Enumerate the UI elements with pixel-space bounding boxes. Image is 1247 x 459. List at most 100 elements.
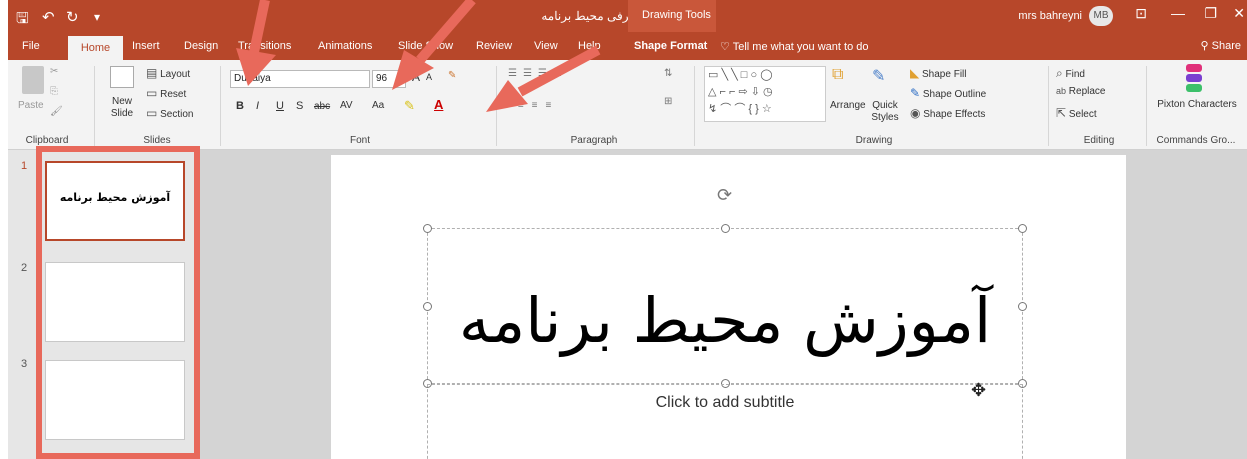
font-size-combo[interactable]: 96 bbox=[372, 70, 406, 88]
slides-group-label: Slides bbox=[143, 135, 171, 146]
select-cursor-icon: ⇱ bbox=[1056, 106, 1067, 120]
tell-me-search[interactable]: ♡ Tell me what you want to do bbox=[720, 40, 868, 53]
subtitle-placeholder[interactable]: Click to add subtitle bbox=[427, 384, 1023, 459]
person-icon: ⚲ bbox=[1200, 40, 1209, 52]
change-case-button[interactable]: Aa bbox=[372, 100, 384, 111]
section-icon: ▭ bbox=[146, 106, 158, 120]
shapes-gallery[interactable]: ▭ ╲ ╲ □ ○ ◯ △ ⌐ ⌐ ⇨ ⇩ ◷ ↯ ⌒ ⌒ { } ☆ bbox=[704, 66, 826, 122]
replace-button[interactable]: ab Replace bbox=[1056, 86, 1106, 97]
group-divider bbox=[694, 66, 695, 146]
shape-outline-button[interactable]: ✎ Shape Outline bbox=[910, 86, 986, 100]
resize-handle[interactable] bbox=[1018, 302, 1027, 311]
resize-handle[interactable] bbox=[423, 224, 432, 233]
arrange-button[interactable]: Arrange bbox=[830, 100, 866, 111]
pixton-icon bbox=[1183, 64, 1205, 92]
rotate-handle-icon[interactable]: ⟳ bbox=[717, 185, 732, 206]
tell-me-label: Tell me what you want to do bbox=[732, 41, 869, 53]
arrange-icon: ⧉ bbox=[832, 66, 844, 83]
italic-button[interactable]: I bbox=[256, 100, 259, 112]
tab-design[interactable]: Design bbox=[184, 40, 218, 52]
pixton-characters-button[interactable]: Pixton Characters bbox=[1154, 98, 1240, 111]
scissors-icon[interactable]: ✂ bbox=[50, 66, 58, 77]
shape-effects-button[interactable]: ◉ Shape Effects bbox=[910, 106, 985, 120]
replace-label: Replace bbox=[1068, 86, 1106, 97]
avatar[interactable]: MB bbox=[1089, 6, 1113, 26]
commands-group-label: Commands Gro... bbox=[1156, 135, 1236, 146]
reset-label: Reset bbox=[160, 89, 187, 100]
effects-icon: ◉ bbox=[910, 106, 921, 120]
replace-icon: ab bbox=[1056, 86, 1067, 96]
tab-animations[interactable]: Animations bbox=[318, 40, 372, 52]
align-icon[interactable]: ≡≡≡≡ bbox=[504, 100, 559, 111]
tab-slideshow[interactable]: Slide Show bbox=[398, 40, 453, 52]
highlight-icon[interactable]: ✎ bbox=[404, 98, 415, 114]
slide-title-text[interactable]: آموزش محیط برنامه bbox=[428, 284, 1022, 357]
move-cursor-icon: ✥ bbox=[971, 380, 987, 400]
section-label: Section bbox=[160, 109, 194, 120]
slide-canvas[interactable]: ⟳ آموزش محیط برنامه Click to add subtitl… bbox=[331, 155, 1126, 459]
clear-format-icon[interactable]: ✎ bbox=[448, 70, 456, 81]
quick-styles-icon: ✎ bbox=[872, 68, 886, 85]
convert-smartart-icon[interactable]: ⊞ bbox=[664, 96, 672, 107]
drawing-group-label: Drawing bbox=[855, 135, 893, 146]
close-button[interactable]: ✕ bbox=[1233, 5, 1245, 22]
format-painter-icon[interactable]: 🖌 bbox=[50, 106, 63, 117]
paint-bucket-icon: ◣ bbox=[910, 66, 920, 80]
quick-styles-button[interactable]: Quick Styles bbox=[866, 100, 904, 124]
resize-handle[interactable] bbox=[423, 302, 432, 311]
tab-view[interactable]: View bbox=[534, 40, 558, 52]
tab-home[interactable]: Home bbox=[68, 36, 123, 60]
paste-button[interactable]: Paste ✂ ⎘ 🖌 bbox=[14, 64, 74, 128]
find-label: Find bbox=[1065, 69, 1085, 80]
ribbon-display-icon[interactable]: ⊡ bbox=[1135, 5, 1147, 22]
bullets-icon[interactable]: ☰☰☰☰ bbox=[508, 68, 568, 79]
select-button[interactable]: ⇱ Select bbox=[1056, 106, 1097, 120]
new-slide-label: New Slide bbox=[110, 96, 134, 119]
shape-fill-button[interactable]: ◣ Shape Fill bbox=[910, 66, 966, 80]
resize-handle[interactable] bbox=[1018, 224, 1027, 233]
tab-shape-format[interactable]: Shape Format bbox=[634, 40, 707, 52]
share-button[interactable]: ⚲ Share bbox=[1201, 39, 1241, 52]
text-direction-icon[interactable]: ⇅ bbox=[664, 68, 672, 79]
bold-button[interactable]: B bbox=[236, 100, 244, 112]
shape-effects-label: Shape Effects bbox=[923, 109, 986, 120]
title-placeholder[interactable]: آموزش محیط برنامه bbox=[423, 224, 1027, 388]
tab-transitions[interactable]: Transitions bbox=[238, 40, 291, 52]
font-name-combo[interactable]: Dubaiya bbox=[230, 70, 370, 88]
clipboard-group-label: Clipboard bbox=[25, 135, 69, 146]
grow-font-button[interactable]: A bbox=[412, 70, 420, 84]
paste-label: Paste bbox=[18, 100, 44, 111]
title-bar: 🖫 ↶ ↻ ▾ معرفی محیط برنامه - PowerPoint D… bbox=[8, 0, 1247, 60]
tab-review[interactable]: Review bbox=[476, 40, 512, 52]
paste-icon bbox=[22, 66, 44, 94]
new-slide-button[interactable]: New Slide bbox=[102, 64, 142, 128]
char-spacing-button[interactable]: AV bbox=[340, 100, 353, 111]
share-label: Share bbox=[1211, 40, 1241, 52]
minimize-button[interactable]: — bbox=[1171, 5, 1185, 21]
group-divider bbox=[496, 66, 497, 146]
tab-insert[interactable]: Insert bbox=[132, 40, 160, 52]
restore-button[interactable]: ❐ bbox=[1204, 5, 1217, 22]
find-button[interactable]: ⌕ Find bbox=[1056, 66, 1085, 81]
reset-button[interactable]: ▭ Reset bbox=[146, 86, 186, 100]
user-name[interactable]: mrs bahreyni bbox=[1018, 10, 1082, 22]
strikethrough-button[interactable]: abc bbox=[314, 101, 330, 112]
shape-outline-label: Shape Outline bbox=[922, 89, 987, 100]
resize-handle[interactable] bbox=[721, 224, 730, 233]
copy-icon[interactable]: ⎘ bbox=[50, 86, 58, 97]
shadow-button[interactable]: S bbox=[296, 100, 303, 112]
home-ribbon: Paste ✂ ⎘ 🖌 Clipboard New Slide ▤ Layout… bbox=[8, 60, 1247, 150]
shrink-font-button[interactable]: A bbox=[426, 72, 432, 82]
layout-button[interactable]: ▤ Layout bbox=[146, 66, 190, 80]
search-icon: ⌕ bbox=[1056, 66, 1063, 80]
context-tab-label: Drawing Tools bbox=[642, 9, 711, 21]
underline-button[interactable]: U bbox=[276, 100, 284, 112]
editing-group-label: Editing bbox=[1083, 135, 1115, 146]
section-button[interactable]: ▭ Section bbox=[146, 106, 193, 120]
slide-number: 1 bbox=[21, 160, 28, 172]
tab-help[interactable]: Help bbox=[578, 40, 601, 52]
subtitle-placeholder-text[interactable]: Click to add subtitle bbox=[428, 394, 1022, 412]
tab-file[interactable]: File bbox=[22, 40, 40, 52]
font-group-label: Font bbox=[349, 135, 370, 146]
font-color-icon[interactable]: A bbox=[434, 97, 443, 112]
